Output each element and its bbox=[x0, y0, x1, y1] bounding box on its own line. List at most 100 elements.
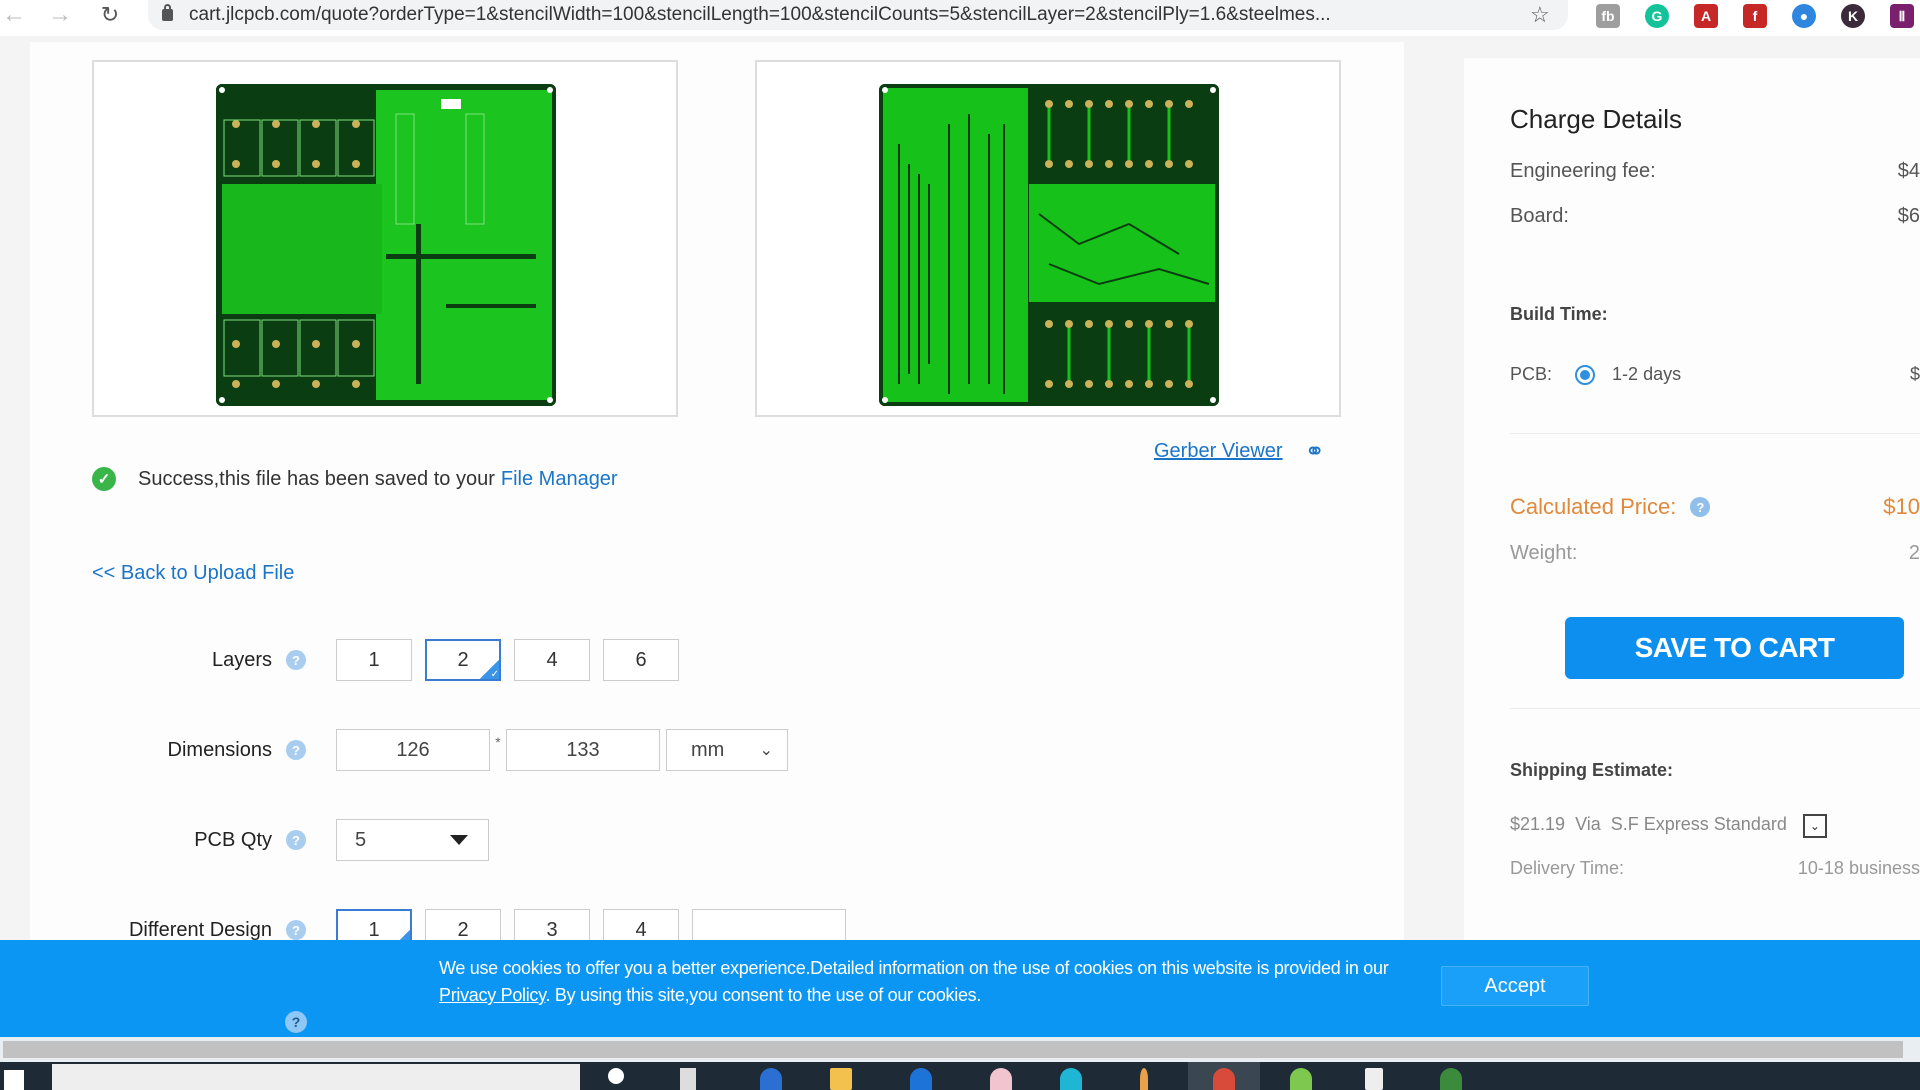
layers-option-2[interactable]: 2 bbox=[425, 639, 501, 681]
layers-label: Layers bbox=[211, 648, 272, 671]
taskbar-app-icon[interactable] bbox=[1440, 1068, 1462, 1090]
charge-details-title: Charge Details bbox=[1510, 104, 1682, 134]
calculated-price-label: Calculated Price: bbox=[1510, 494, 1677, 519]
help-icon[interactable]: ? bbox=[286, 650, 306, 670]
build-time-radio[interactable] bbox=[1575, 365, 1596, 386]
engineering-fee-value: $4 bbox=[1897, 160, 1920, 182]
cookie-message: We use cookies to offer you a better exp… bbox=[439, 955, 1439, 1009]
help-icon[interactable]: ? bbox=[1690, 497, 1711, 517]
pcb-qty-row: PCB Qty ? 5 bbox=[30, 818, 1130, 862]
pcb-top-preview[interactable] bbox=[92, 60, 678, 417]
layers-option-1[interactable]: 1 bbox=[336, 639, 412, 681]
acrobat-extension-icon[interactable]: A bbox=[1694, 4, 1718, 28]
dimensions-label: Dimensions bbox=[167, 738, 272, 761]
main-panel: Gerber Viewer ⚭ ✓ Success,this file has … bbox=[30, 42, 1404, 1042]
taskbar-app-icon[interactable] bbox=[760, 1068, 782, 1090]
gerber-viewer-link[interactable]: Gerber Viewer bbox=[1154, 440, 1283, 463]
taskbar-app-icon[interactable] bbox=[990, 1068, 1012, 1090]
fb-extension-icon[interactable]: fb bbox=[1596, 4, 1620, 28]
accept-cookies-button[interactable]: Accept bbox=[1441, 966, 1589, 1006]
privacy-policy-link[interactable]: Privacy Policy bbox=[439, 985, 546, 1005]
address-bar[interactable]: cart.jlcpcb.com/quote?orderType=1&stenci… bbox=[148, 0, 1568, 30]
shipping-estimate-label: Shipping Estimate: bbox=[1510, 760, 1674, 780]
grammarly-extension-icon[interactable]: G bbox=[1645, 4, 1669, 28]
taskbar-search-box[interactable] bbox=[52, 1064, 580, 1090]
forward-arrow-icon[interactable]: → bbox=[40, 0, 80, 30]
taskbar-app-icon[interactable] bbox=[910, 1068, 932, 1090]
shipping-line: $21.19 Via S.F Express Standard ⌄ bbox=[1510, 814, 1920, 838]
chevron-down-icon: ⌄ bbox=[759, 742, 773, 759]
windows-start-icon[interactable] bbox=[4, 1070, 24, 1090]
build-time-label: Build Time: bbox=[1510, 304, 1608, 324]
back-to-upload-link[interactable]: << Back to Upload File bbox=[92, 562, 294, 585]
divider bbox=[1510, 433, 1920, 434]
windows-taskbar bbox=[0, 1062, 1920, 1090]
board-value: $6 bbox=[1897, 205, 1920, 227]
shipping-price: $21.19 bbox=[1510, 814, 1566, 834]
lock-icon bbox=[162, 4, 173, 21]
pcb-qty-label: PCB Qty bbox=[194, 828, 272, 851]
dimensions-row: Dimensions ? 126 * 133 mm ⌄ bbox=[30, 728, 1130, 772]
pcb-top-image bbox=[216, 84, 556, 406]
shipping-via: Via bbox=[1575, 814, 1601, 834]
chrome-taskbar-active[interactable] bbox=[1188, 1062, 1260, 1090]
help-icon[interactable]: ? bbox=[286, 920, 306, 940]
task-view-icon[interactable] bbox=[680, 1068, 696, 1090]
help-icon[interactable]: ? bbox=[286, 740, 306, 760]
delivery-value: 10-18 business bbox=[1797, 858, 1920, 878]
help-icon[interactable]: ? bbox=[285, 1011, 307, 1033]
back-arrow-icon[interactable]: ← bbox=[0, 0, 34, 30]
delivery-line: Delivery Time: 10-18 business bbox=[1510, 858, 1920, 879]
pcb-qty-select[interactable]: 5 bbox=[336, 819, 489, 861]
dimension-unit-select[interactable]: mm ⌄ bbox=[666, 729, 788, 771]
success-text: Success,this file has been saved to your bbox=[138, 467, 495, 490]
url-text[interactable]: cart.jlcpcb.com/quote?orderType=1&stenci… bbox=[189, 4, 1529, 26]
pcb-bottom-image bbox=[879, 84, 1219, 406]
layers-option-4[interactable]: 4 bbox=[514, 639, 590, 681]
link-chain-icon[interactable]: ⚭ bbox=[1305, 437, 1325, 466]
success-check-icon: ✓ bbox=[92, 467, 116, 491]
file-explorer-icon[interactable] bbox=[830, 1068, 852, 1090]
layers-options: 1 2 4 6 bbox=[336, 639, 679, 681]
pcb-build-label: PCB: bbox=[1510, 364, 1553, 384]
globe-extension-icon[interactable]: ● bbox=[1792, 4, 1816, 28]
taskbar-app-icon[interactable] bbox=[1290, 1068, 1312, 1090]
layers-row: Layers ? 1 2 4 6 bbox=[30, 638, 1130, 682]
caret-down-icon bbox=[450, 835, 468, 845]
save-to-cart-button[interactable]: SAVE TO CART bbox=[1565, 617, 1904, 679]
dimension-width-input[interactable]: 126 bbox=[336, 729, 490, 771]
shipping-method-dropdown[interactable]: ⌄ bbox=[1802, 814, 1827, 838]
different-design-label: Different Design bbox=[128, 918, 272, 941]
pcb-build-line: PCB: 1-2 days $ bbox=[1510, 364, 1920, 386]
shipping-method: S.F Express Standard bbox=[1610, 814, 1787, 834]
bookmark-star-icon[interactable]: ☆ bbox=[1530, 2, 1550, 28]
layers-option-6[interactable]: 6 bbox=[603, 639, 679, 681]
scrollbar-thumb[interactable] bbox=[3, 1041, 1903, 1058]
board-line: Board: $6 bbox=[1510, 205, 1920, 228]
help-icon[interactable]: ? bbox=[286, 830, 306, 850]
edge-icon[interactable] bbox=[1060, 1068, 1082, 1090]
taskbar-app-icon[interactable] bbox=[1140, 1068, 1148, 1090]
reload-icon[interactable]: ↻ bbox=[90, 0, 130, 30]
weight-label: Weight: bbox=[1510, 542, 1578, 564]
weight-line: Weight: 2 bbox=[1510, 542, 1920, 565]
dimension-length-input[interactable]: 133 bbox=[506, 729, 660, 771]
k-extension-icon[interactable]: K bbox=[1841, 4, 1865, 28]
horizontal-scrollbar[interactable] bbox=[0, 1037, 1920, 1062]
upload-success-message: ✓ Success,this file has been saved to yo… bbox=[92, 467, 618, 491]
cortana-icon[interactable] bbox=[608, 1068, 624, 1084]
flash-extension-icon[interactable]: f bbox=[1743, 4, 1767, 28]
ii-extension-icon[interactable]: Ⅱ bbox=[1890, 4, 1914, 28]
cookie-text-1: We use cookies to offer you a better exp… bbox=[439, 958, 1389, 978]
charge-details-panel: Charge Details Engineering fee: $4 Board… bbox=[1464, 58, 1920, 1042]
weight-value: 2 bbox=[1908, 542, 1920, 564]
cookie-banner: We use cookies to offer you a better exp… bbox=[0, 940, 1920, 1037]
build-time-option[interactable]: 1-2 days bbox=[1612, 364, 1681, 384]
pcb-bottom-preview[interactable] bbox=[755, 60, 1341, 417]
notepad-icon[interactable] bbox=[1365, 1068, 1383, 1090]
file-manager-link[interactable]: File Manager bbox=[501, 468, 618, 491]
calculated-price-value: $10 bbox=[1883, 494, 1920, 519]
pcb-qty-value: 5 bbox=[355, 828, 367, 851]
browser-toolbar: ← → ↻ cart.jlcpcb.com/quote?orderType=1&… bbox=[0, 0, 1920, 36]
engineering-fee-line: Engineering fee: $4 bbox=[1510, 160, 1920, 183]
